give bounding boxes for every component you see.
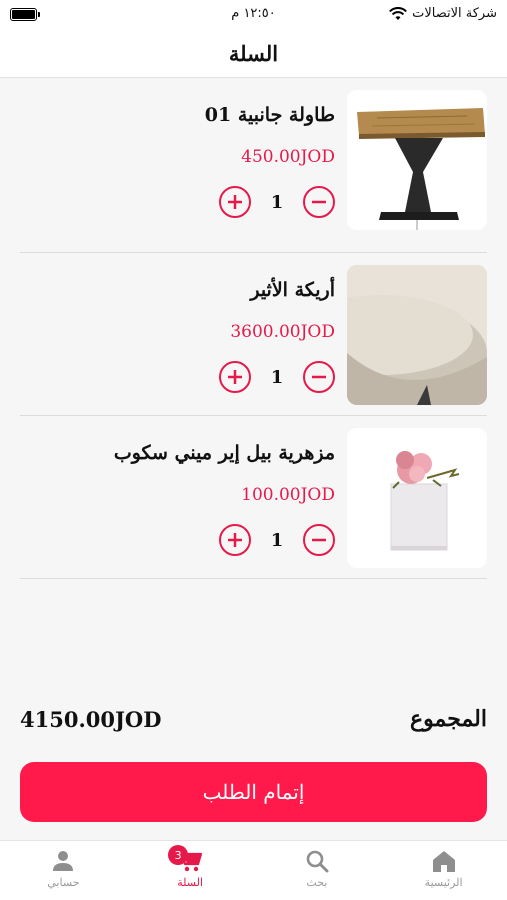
- product-price: 3600.00JOD: [230, 322, 335, 342]
- cart-badge: 3: [168, 845, 189, 865]
- home-icon: [432, 851, 455, 872]
- flower-vase-image[interactable]: [347, 428, 487, 568]
- beige-sofa-image[interactable]: [347, 265, 487, 405]
- product-name: طاولة جانبية 01: [204, 104, 335, 126]
- minus-icon: [312, 375, 326, 379]
- minus-icon: [312, 200, 326, 204]
- quantity-stepper: 1: [219, 524, 335, 556]
- order-total: 4150.00JOD المجموع: [20, 703, 487, 735]
- tab-label: الرئيسية: [424, 876, 463, 889]
- cart-list: طاولة جانبية 01 450.00JOD 1 أريكة الأثير…: [20, 90, 487, 579]
- quantity-stepper: 1: [219, 186, 335, 218]
- search-icon: [306, 850, 329, 873]
- product-name: مزهرية بيل إير ميني سكوب: [113, 442, 335, 464]
- total-label: المجموع: [410, 706, 487, 732]
- status-bar: ١٢:٥٠ م شركة الاتصالات: [0, 0, 507, 30]
- tab-bar: حسابي 3 السلة بحث الرئيسية: [0, 840, 507, 900]
- increase-quantity-button[interactable]: [219, 186, 251, 218]
- quantity-stepper: 1: [219, 361, 335, 393]
- tab-account[interactable]: حسابي: [0, 841, 127, 900]
- tab-label: بحث: [306, 876, 328, 889]
- cart-item[interactable]: أريكة الأثير 3600.00JOD 1: [20, 253, 487, 416]
- carrier-name: شركة الاتصالات: [412, 6, 497, 21]
- wifi-icon: [389, 6, 408, 20]
- increase-quantity-button[interactable]: [219, 524, 251, 556]
- decrease-quantity-button[interactable]: [303, 524, 335, 556]
- quantity-value: 1: [270, 366, 284, 388]
- carrier-info: شركة الاتصالات: [389, 6, 497, 21]
- cart-item-info: مزهرية بيل إير ميني سكوب: [20, 428, 335, 464]
- plus-icon: [228, 533, 242, 547]
- person-icon: [53, 851, 74, 871]
- cart-item[interactable]: مزهرية بيل إير ميني سكوب 100.00JOD 1: [20, 416, 487, 579]
- quantity-value: 1: [270, 529, 284, 551]
- increase-quantity-button[interactable]: [219, 361, 251, 393]
- cart-item[interactable]: طاولة جانبية 01 450.00JOD 1: [20, 90, 487, 253]
- tab-label: السلة: [177, 876, 203, 889]
- cart-item-info: طاولة جانبية 01: [20, 90, 335, 126]
- decrease-quantity-button[interactable]: [303, 186, 335, 218]
- checkout-button[interactable]: إتمام الطلب: [20, 762, 487, 822]
- product-name: أريكة الأثير: [250, 279, 335, 301]
- nav-bar: السلة: [0, 30, 507, 78]
- plus-icon: [228, 370, 242, 384]
- product-price: 450.00JOD: [241, 147, 335, 167]
- plus-icon: [228, 195, 242, 209]
- decrease-quantity-button[interactable]: [303, 361, 335, 393]
- tab-label: حسابي: [47, 876, 80, 889]
- total-amount: 4150.00JOD: [20, 706, 162, 732]
- quantity-value: 1: [270, 191, 284, 213]
- page-title: السلة: [228, 41, 279, 66]
- tab-search[interactable]: بحث: [254, 841, 381, 900]
- side-table-image[interactable]: [347, 90, 487, 230]
- cart-item-info: أريكة الأثير: [20, 265, 335, 301]
- tab-home[interactable]: الرئيسية: [380, 841, 507, 900]
- minus-icon: [312, 538, 326, 542]
- tab-cart[interactable]: 3 السلة: [127, 841, 254, 900]
- product-price: 100.00JOD: [241, 485, 335, 505]
